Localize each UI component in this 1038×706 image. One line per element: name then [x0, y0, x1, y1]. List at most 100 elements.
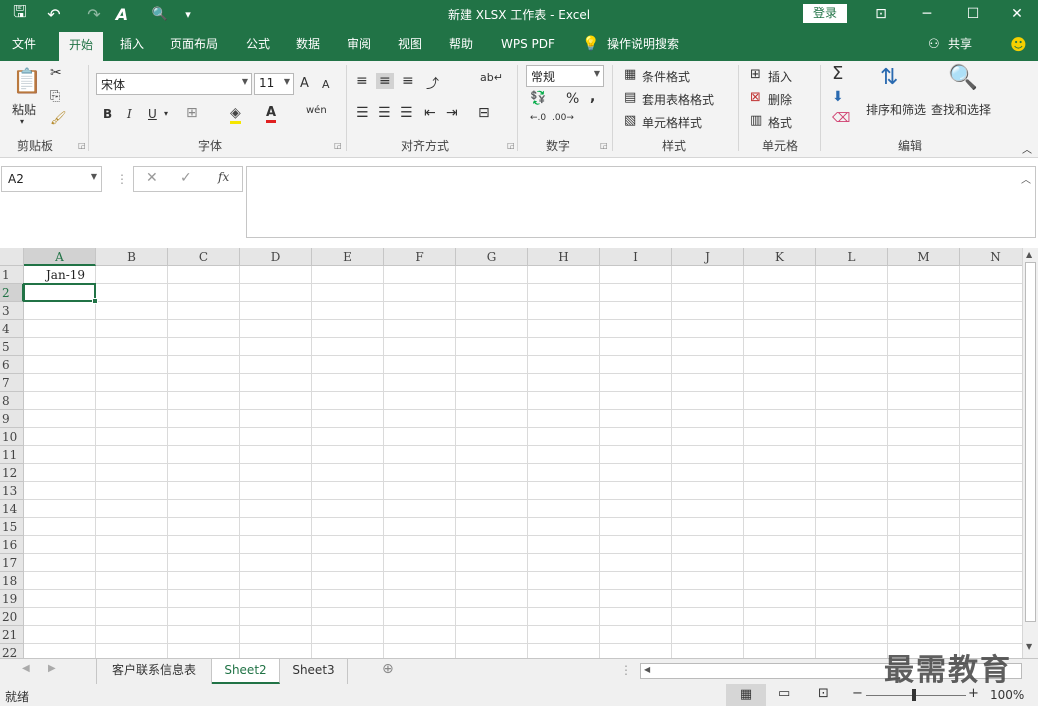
- row-header-9[interactable]: 9: [0, 410, 24, 428]
- normal-view-icon[interactable]: ▦: [726, 684, 766, 706]
- increase-decimal-icon[interactable]: ←.0: [530, 113, 546, 123]
- row-header-10[interactable]: 10: [0, 428, 24, 446]
- comma-button[interactable]: ,: [590, 89, 595, 105]
- column-header-b[interactable]: B: [96, 248, 168, 266]
- row-header-22[interactable]: 22: [0, 644, 24, 658]
- row-header-11[interactable]: 11: [0, 446, 24, 464]
- row-header-1[interactable]: 1: [0, 266, 24, 284]
- column-header-e[interactable]: E: [312, 248, 384, 266]
- tab-wps-pdf[interactable]: WPS PDF: [501, 28, 555, 61]
- login-button[interactable]: 登录: [803, 4, 847, 23]
- format-painter-icon[interactable]: 🖌: [50, 111, 67, 126]
- row-header-12[interactable]: 12: [0, 464, 24, 482]
- scroll-up-icon[interactable]: ▲: [1026, 250, 1032, 259]
- cell-styles-icon[interactable]: ▧: [624, 113, 636, 128]
- row-header-3[interactable]: 3: [0, 302, 24, 320]
- next-sheet-icon[interactable]: ▶: [48, 663, 56, 674]
- sort-filter-button[interactable]: 排序和筛选: [866, 101, 926, 118]
- worksheet-grid[interactable]: A B C D E F G H I J K L M N 1 2 3 4 5 6 7 8 9 10 11 12 13 14 15 16 17 1…: [0, 248, 1022, 658]
- column-header-j[interactable]: J: [672, 248, 744, 266]
- tab-insert[interactable]: 插入: [120, 28, 144, 61]
- paste-icon[interactable]: 📋: [12, 67, 42, 95]
- column-header-i[interactable]: I: [600, 248, 672, 266]
- add-sheet-icon[interactable]: ⊕: [382, 661, 394, 677]
- wrap-text-icon[interactable]: ab↵: [480, 71, 503, 84]
- sheet-tab-customer-info[interactable]: 客户联系信息表: [96, 659, 212, 684]
- smiley-icon[interactable]: ☻: [1010, 28, 1027, 61]
- delete-cells-icon[interactable]: ⊠: [750, 90, 761, 105]
- split-handle-icon[interactable]: ⋮: [620, 663, 632, 677]
- column-header-k[interactable]: K: [744, 248, 816, 266]
- format-cells-icon[interactable]: ▥: [750, 113, 762, 128]
- chevron-down-icon[interactable]: ▼: [91, 172, 97, 181]
- drag-handle-icon[interactable]: ⋮: [116, 172, 128, 186]
- column-header-m[interactable]: M: [888, 248, 960, 266]
- tab-file[interactable]: 文件: [12, 28, 36, 61]
- close-button[interactable]: ✕: [994, 0, 1038, 28]
- cut-icon[interactable]: ✂: [50, 65, 62, 81]
- tab-help[interactable]: 帮助: [449, 28, 473, 61]
- expand-formula-icon[interactable]: ︿: [1021, 171, 1031, 186]
- align-left-icon[interactable]: ☰: [356, 105, 369, 121]
- bold-button[interactable]: B: [103, 107, 112, 121]
- scroll-down-icon[interactable]: ▼: [1026, 642, 1032, 651]
- border-icon[interactable]: ⊞: [186, 105, 198, 121]
- font-launcher-icon[interactable]: ◲: [334, 141, 342, 150]
- vertical-scrollbar[interactable]: ▲ ▼: [1022, 248, 1038, 658]
- autosum-icon[interactable]: Σ: [832, 63, 843, 84]
- enter-icon[interactable]: ✓: [180, 170, 192, 186]
- row-header-6[interactable]: 6: [0, 356, 24, 374]
- cell-styles-button[interactable]: 单元格样式: [642, 114, 702, 131]
- tab-review[interactable]: 审阅: [347, 28, 371, 61]
- select-all-button[interactable]: [0, 248, 24, 266]
- row-header-13[interactable]: 13: [0, 482, 24, 500]
- percent-button[interactable]: %: [566, 91, 579, 107]
- row-header-2[interactable]: 2: [0, 284, 24, 302]
- minimize-button[interactable]: ─: [904, 0, 950, 28]
- align-top-icon[interactable]: ≡: [356, 73, 368, 89]
- scroll-left-icon[interactable]: ◀: [644, 665, 650, 674]
- shrink-font-icon[interactable]: A: [322, 78, 330, 91]
- clear-icon[interactable]: ⌫: [832, 111, 850, 126]
- fill-handle[interactable]: [92, 298, 98, 304]
- row-header-20[interactable]: 20: [0, 608, 24, 626]
- accounting-format-icon[interactable]: 💱: [530, 91, 546, 106]
- font-name-select[interactable]: 宋体 ▼: [96, 73, 252, 95]
- cancel-icon[interactable]: ✕: [146, 170, 158, 186]
- format-as-table-button[interactable]: 套用表格格式: [642, 91, 714, 108]
- number-format-select[interactable]: 常规 ▼: [526, 65, 604, 87]
- format-as-table-icon[interactable]: ▤: [624, 90, 636, 105]
- fill-icon[interactable]: ⬇: [832, 89, 844, 105]
- merge-center-icon[interactable]: ⊟: [478, 105, 490, 121]
- tab-page-layout[interactable]: 页面布局: [170, 28, 218, 61]
- zoom-out-button[interactable]: −: [852, 686, 863, 701]
- fill-color-icon[interactable]: ◈: [230, 105, 241, 124]
- sheet-tab-sheet3[interactable]: Sheet3: [280, 659, 348, 684]
- column-header-g[interactable]: G: [456, 248, 528, 266]
- ribbon-display-options-icon[interactable]: ⊡: [858, 0, 904, 28]
- paste-button[interactable]: 粘贴: [12, 101, 36, 118]
- underline-dropdown-icon[interactable]: ▾: [164, 109, 168, 118]
- column-header-h[interactable]: H: [528, 248, 600, 266]
- orientation-icon[interactable]: ⤴: [426, 73, 439, 92]
- conditional-format-button[interactable]: 条件格式: [642, 68, 690, 85]
- grow-font-icon[interactable]: A: [300, 76, 309, 91]
- align-right-icon[interactable]: ☰: [400, 105, 413, 121]
- find-select-button[interactable]: 查找和选择: [931, 101, 991, 118]
- sort-filter-icon[interactable]: ⇅: [880, 65, 898, 90]
- delete-cells-button[interactable]: 删除: [768, 91, 792, 108]
- column-header-d[interactable]: D: [240, 248, 312, 266]
- collapse-ribbon-icon[interactable]: ︿: [1022, 141, 1032, 156]
- phonetic-icon[interactable]: wén: [306, 105, 327, 116]
- sheet-tab-sheet2[interactable]: Sheet2: [212, 659, 280, 684]
- column-header-c[interactable]: C: [168, 248, 240, 266]
- vertical-scroll-thumb[interactable]: [1025, 262, 1036, 622]
- clipboard-launcher-icon[interactable]: ◲: [78, 141, 86, 150]
- tab-view[interactable]: 视图: [398, 28, 422, 61]
- column-header-n[interactable]: N: [960, 248, 1022, 266]
- page-layout-view-icon[interactable]: ▭: [778, 686, 790, 701]
- column-header-a[interactable]: A: [24, 248, 96, 266]
- row-header-5[interactable]: 5: [0, 338, 24, 356]
- font-size-select[interactable]: 11 ▼: [254, 73, 294, 95]
- alignment-launcher-icon[interactable]: ◲: [507, 141, 515, 150]
